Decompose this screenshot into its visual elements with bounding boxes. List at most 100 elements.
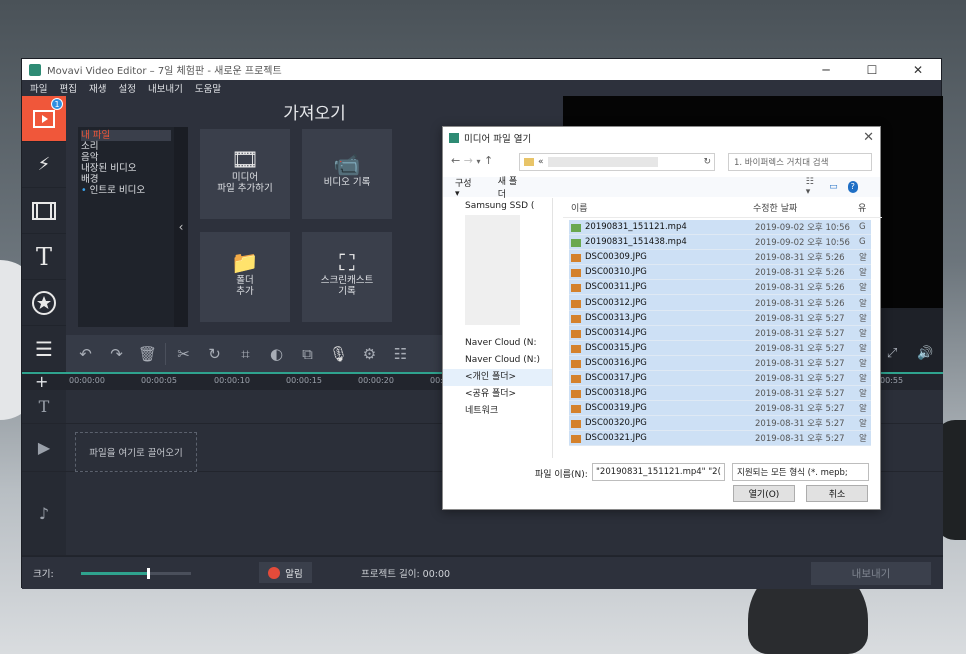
notifications-button[interactable]: 알림 (259, 562, 312, 583)
file-row[interactable]: DSC00319.JPG 2019-08-31 오후 5:27 알 (569, 401, 871, 417)
view-options-icon[interactable]: ☷ ▾ (806, 177, 819, 197)
tree-item-shared-folder[interactable]: <공유 폴더> (443, 386, 552, 403)
rotate-button[interactable]: ↻ (199, 339, 230, 369)
menu-edit[interactable]: 편집 (59, 81, 76, 95)
drop-files-zone[interactable]: 파일을 여기로 끌어오기 (75, 432, 197, 472)
tree-item-naver-cloud[interactable]: Naver Cloud (N: (443, 335, 552, 352)
tree-item-network[interactable]: 네트워크 (443, 403, 552, 420)
fullscreen-icon[interactable]: ⤢ (887, 346, 897, 361)
file-row[interactable]: 20190831_151438.mp4 2019-09-02 오후 10:56 G (569, 235, 871, 251)
title-track-header: T (22, 390, 66, 423)
file-row[interactable]: DSC00320.JPG 2019-08-31 오후 5:27 알 (569, 416, 871, 432)
file-date: 2019-08-31 오후 5:27 (755, 358, 845, 369)
address-bar[interactable]: « ↻ (519, 153, 715, 171)
zoom-slider-fill (81, 572, 150, 575)
column-type[interactable]: 유 (858, 201, 866, 214)
file-row[interactable]: DSC00317.JPG 2019-08-31 오후 5:27 알 (569, 370, 871, 387)
menu-settings[interactable]: 설정 (118, 81, 135, 95)
organize-button[interactable]: 구성 ▾ (455, 176, 476, 199)
file-row[interactable]: DSC00315.JPG 2019-08-31 오후 5:27 알 (569, 340, 871, 356)
sidebar-import-button[interactable]: 1 (22, 96, 66, 142)
screencast-tile[interactable]: ⛶ 스크린캐스트 기록 (302, 232, 392, 322)
cancel-button[interactable]: 취소 (806, 485, 868, 502)
tree-item-drive[interactable]: Samsung SSD ( (443, 198, 552, 215)
open-button[interactable]: 열기(O) (733, 485, 795, 502)
export-button[interactable]: 내보내기 (811, 562, 931, 585)
add-media-files-tile[interactable]: 🎞 미디어 파일 추가하기 (200, 129, 290, 219)
back-arrow-icon[interactable]: ← (451, 154, 460, 167)
undo-button[interactable]: ↶ (70, 339, 101, 369)
ruler-tick: 00:00:10 (214, 376, 250, 385)
collapse-panel-button[interactable]: ‹ (174, 127, 188, 327)
menu-help[interactable]: 도움말 (195, 81, 221, 95)
folder-icon: 📁 (231, 250, 259, 276)
file-row[interactable]: DSC00313.JPG 2019-08-31 오후 5:27 알 (569, 310, 871, 326)
file-name: DSC00313.JPG (569, 313, 755, 323)
source-intro-videos[interactable]: • 인트로 비디오 (81, 185, 171, 196)
file-row[interactable]: DSC00318.JPG 2019-08-31 오후 5:27 알 (569, 386, 871, 402)
dialog-close-icon[interactable]: ✕ (863, 130, 874, 145)
folder-icon (524, 158, 534, 166)
delete-button[interactable]: 🗑 (132, 339, 163, 369)
tree-item-personal-folder[interactable]: <개인 폴더> (443, 369, 552, 386)
crop-icon: ⌗ (241, 344, 250, 363)
preview-pane-icon[interactable]: ▭ (829, 182, 838, 192)
minimize-button[interactable]: ─ (803, 63, 849, 77)
up-arrow-icon[interactable]: ↑ (484, 154, 493, 167)
source-sounds[interactable]: 소리 (81, 141, 171, 152)
source-my-files[interactable]: 내 파일 (81, 130, 171, 141)
add-folder-tile[interactable]: 📁 폴더 추가 (200, 232, 290, 322)
file-row[interactable]: DSC00312.JPG 2019-08-31 오후 5:26 알 (569, 295, 871, 311)
redo-button[interactable]: ↷ (101, 339, 132, 369)
sidebar-titles-button[interactable]: T (22, 234, 66, 280)
record-audio-button[interactable]: 🎙 (323, 339, 354, 369)
cut-button[interactable]: ✂ (168, 339, 199, 369)
record-video-label: 비디오 기록 (323, 177, 371, 188)
tree-item-naver-cloud-drive[interactable]: Naver Cloud (N:) (443, 352, 552, 369)
source-music[interactable]: 음악 (81, 152, 171, 163)
file-row[interactable]: DSC00321.JPG 2019-08-31 오후 5:27 알 (569, 431, 871, 447)
source-backgrounds[interactable]: 배경 (81, 174, 171, 185)
file-name: DSC00318.JPG (569, 388, 755, 399)
file-row[interactable]: DSC00309.JPG 2019-08-31 오후 5:26 알 (569, 250, 871, 266)
maximize-button[interactable]: ☐ (849, 63, 895, 77)
zoom-slider[interactable] (81, 568, 191, 579)
file-row[interactable]: DSC00314.JPG 2019-08-31 오후 5:27 알 (569, 325, 871, 341)
zoom-slider-knob[interactable] (147, 568, 151, 579)
refresh-icon[interactable]: ↻ (703, 157, 711, 167)
new-folder-button[interactable]: 새 폴더 (498, 174, 522, 200)
file-row[interactable]: DSC00310.JPG 2019-08-31 오후 5:26 알 (569, 265, 871, 281)
search-input[interactable]: 1. 바이퍼렉스 거치대 검색 (728, 153, 872, 171)
color-adjust-button[interactable]: ◐ (261, 339, 292, 369)
add-track-icon[interactable]: + (35, 372, 48, 391)
dropdown-arrow-icon[interactable]: ▾ (476, 157, 480, 166)
menu-file[interactable]: 파일 (30, 81, 47, 95)
menu-play[interactable]: 재생 (89, 81, 106, 95)
close-button[interactable]: ✕ (895, 63, 941, 77)
column-name[interactable]: 이름 (563, 201, 753, 214)
sidebar-more-tools-button[interactable]: ☰ (22, 326, 66, 372)
filetype-select[interactable]: 지원되는 모든 형식 (*. mepb; (732, 463, 869, 481)
help-icon[interactable]: ? (847, 181, 858, 193)
crop-button[interactable]: ⌗ (230, 339, 261, 369)
file-row[interactable]: DSC00311.JPG 2019-08-31 오후 5:26 알 (569, 280, 871, 296)
volume-icon[interactable]: 🔊 (917, 346, 933, 361)
source-built-in-videos[interactable]: 내장된 비디오 (81, 163, 171, 174)
sidebar-stickers-button[interactable] (22, 280, 66, 326)
equalizer-button[interactable]: ☷ (385, 339, 416, 369)
record-video-tile[interactable]: 📹 비디오 기록 (302, 129, 392, 219)
sidebar-transitions-button[interactable] (22, 188, 66, 234)
file-row[interactable]: DSC00316.JPG 2019-08-31 오후 5:27 알 (569, 355, 871, 371)
clip-properties-button[interactable]: ⚙ (354, 339, 385, 369)
menu-export[interactable]: 내보내기 (148, 81, 183, 95)
media-files-icon: 🎞 (231, 147, 259, 173)
stabilize-button[interactable]: ⧉ (292, 339, 323, 369)
column-date[interactable]: 수정한 날짜 (753, 201, 858, 214)
sidebar-filters-button[interactable]: ⚡ (22, 142, 66, 188)
dialog-title: 미디어 파일 열기 (464, 134, 532, 145)
video-track-icon: ▶ (37, 438, 51, 457)
gear-icon: ⚙ (362, 344, 377, 363)
forward-arrow-icon[interactable]: → (464, 154, 473, 167)
filename-input[interactable]: "20190831_151121.mp4" "2( (592, 463, 725, 481)
file-row[interactable]: 20190831_151121.mp4 2019-09-02 오후 10:56 G (569, 220, 871, 236)
